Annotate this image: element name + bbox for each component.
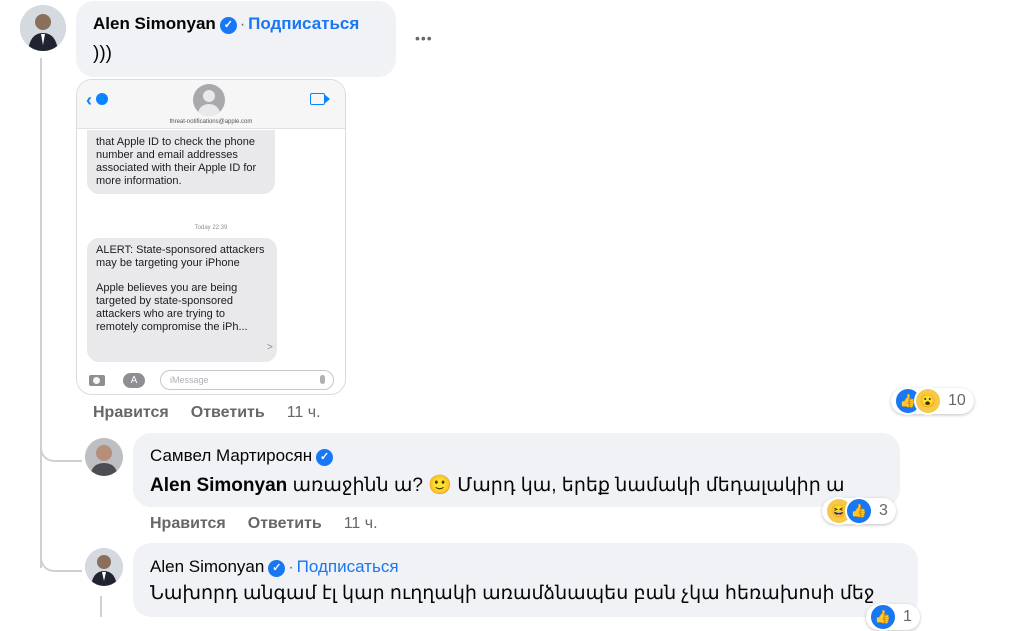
reaction-summary[interactable]: 👍 😮 10	[891, 387, 974, 415]
more-options-icon[interactable]: •••	[415, 30, 433, 46]
thread-curve-1	[40, 440, 82, 462]
smile-emoji-icon: 🙂	[428, 475, 452, 496]
reply-bubble	[133, 543, 918, 617]
person-icon	[85, 438, 123, 476]
like-reaction-icon: 👍	[845, 497, 873, 525]
timestamp[interactable]: 11 ч.	[287, 404, 321, 421]
verified-badge-icon: ✓	[268, 560, 286, 577]
verified-badge-icon: ✓	[219, 17, 237, 34]
attached-image[interactable]: ‹ threat-notifications@apple.com that Ap…	[76, 79, 346, 395]
like-reaction-icon: 👍	[869, 603, 897, 631]
person-icon	[20, 5, 66, 51]
avatar[interactable]	[85, 548, 123, 586]
reply-link[interactable]: Ответить	[248, 515, 322, 532]
video-call-icon-lens	[324, 94, 330, 104]
avatar[interactable]	[20, 5, 66, 51]
reply-text-part2: Մարդ կա, երեք նամակի մեդալակիր ա	[457, 475, 845, 496]
unread-badge-icon	[96, 93, 108, 105]
comment-header: Alen Simonyan ✓ · Подписаться	[93, 14, 359, 34]
reaction-count: 10	[948, 392, 966, 409]
separator: ·	[288, 559, 294, 576]
message-input[interactable]: iMessage	[160, 370, 334, 390]
subscribe-link[interactable]: Подписаться	[297, 557, 399, 576]
reply-text-part1: առաջինն ա?	[292, 475, 423, 496]
reply-link[interactable]: Ответить	[191, 404, 265, 421]
reply-text: Alen Simonyan առաջինն ա? 🙂 Մարդ կա, երեք…	[150, 473, 845, 497]
person-icon	[85, 548, 123, 586]
separator: ·	[239, 16, 246, 33]
video-call-icon	[310, 93, 325, 105]
app-store-icon: A	[123, 373, 145, 388]
reaction-count: 3	[879, 502, 888, 519]
comment-text: )))	[93, 43, 112, 64]
reply-header: Alen Simonyan ✓ · Подписаться	[150, 557, 399, 577]
subscribe-link[interactable]: Подписаться	[248, 14, 359, 33]
sender-address: threat-notifications@apple.com	[169, 119, 253, 125]
author-name[interactable]: Самвел Мартиросян	[150, 446, 312, 465]
message-input-placeholder: iMessage	[170, 375, 209, 385]
verified-badge-icon: ✓	[316, 449, 334, 466]
wow-reaction-icon: 😮	[914, 387, 942, 415]
reply-actions: Нравится Ответить 11 ч.	[150, 515, 378, 533]
alert-body: Apple believes you are being targeted by…	[96, 282, 248, 333]
message-chevron-icon: >	[267, 342, 273, 353]
reaction-count: 1	[903, 608, 912, 625]
camera-lens	[93, 377, 100, 384]
reaction-summary[interactable]: 👍 1	[866, 603, 920, 631]
reply-header: Самвел Мартиросян ✓	[150, 446, 334, 466]
thread-line-main	[40, 58, 42, 568]
mention-link[interactable]: Alen Simonyan	[150, 475, 287, 496]
comment-bubble	[76, 1, 396, 77]
like-link[interactable]: Нравится	[150, 515, 226, 532]
message-bubble-alert: ALERT: State-sponsored attackers may be …	[87, 238, 277, 362]
thread-line-sub	[100, 596, 102, 617]
reply-text: Նախորդ անգամ էլ կար ուղղակի առամձնապես բ…	[150, 583, 875, 604]
author-name[interactable]: Alen Simonyan	[93, 14, 216, 33]
message-bubble: that Apple ID to check the phone number …	[87, 130, 275, 194]
contact-avatar-icon	[193, 84, 225, 116]
message-timestamp: Today 22:39	[194, 225, 228, 231]
comment-actions: Нравится Ответить 11 ч.	[93, 404, 321, 422]
timestamp[interactable]: 11 ч.	[344, 515, 378, 532]
thread-curve-2	[40, 550, 82, 572]
author-name[interactable]: Alen Simonyan	[150, 557, 264, 576]
back-chevron-icon: ‹	[86, 90, 92, 110]
like-link[interactable]: Нравится	[93, 404, 169, 421]
avatar[interactable]	[85, 438, 123, 476]
alert-title: ALERT: State-sponsored attackers may be …	[96, 244, 265, 269]
reaction-summary[interactable]: 😆 👍 3	[822, 497, 896, 525]
microphone-icon	[320, 375, 325, 384]
